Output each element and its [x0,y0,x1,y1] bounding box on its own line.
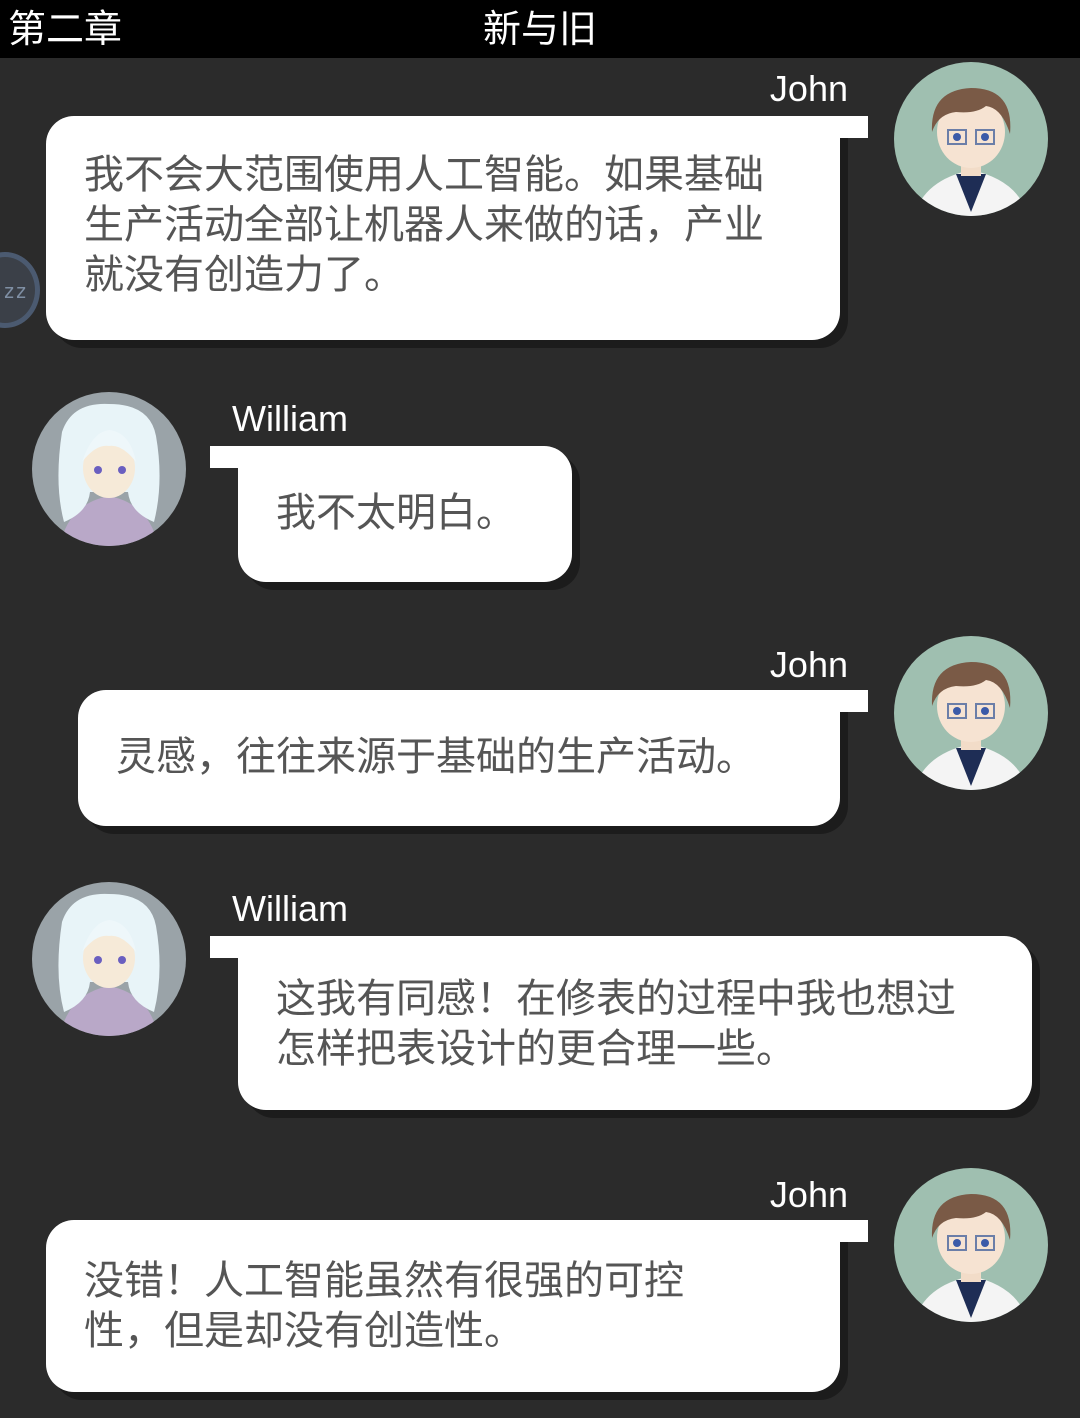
message-text: 灵感，往往来源于基础的生产活动。 [116,734,756,780]
message-bubble: 我不会大范围使用人工智能。如果基础生产活动全部让机器人来做的话，产业就没有创造力… [46,116,840,340]
william-avatar[interactable] [32,392,186,546]
john-avatar[interactable] [894,636,1048,790]
page-title: 新与旧 [482,7,597,51]
top-bar: 第二章 新与旧 [0,0,1080,58]
bubble-tail [820,116,868,138]
speaker-name: William [232,888,348,929]
message-text: 我不会大范围使用人工智能。如果基础生产活动全部让机器人来做的话，产业就没有创造力… [84,152,764,298]
message-bubble: 灵感，往往来源于基础的生产活动。 [78,690,840,826]
bubble-tail [210,936,258,958]
sleep-icon: zz [3,279,28,303]
message-text: 没错！人工智能虽然有很强的可控性，但是却没有创造性。 [84,1258,684,1354]
speaker-name: John [769,644,848,685]
bubble-tail [820,1220,868,1242]
bubble-tail [820,690,868,712]
message-bubble: 我不太明白。 [238,446,572,582]
message-bubble: 没错！人工智能虽然有很强的可控性，但是却没有创造性。 [46,1220,840,1392]
john-avatar[interactable] [894,62,1048,216]
sleep-floating-button[interactable]: zz [0,252,40,328]
bubble-tail [210,446,258,468]
john-avatar[interactable] [894,1168,1048,1322]
message-text: 这我有同感！在修表的过程中我也想过怎样把表设计的更合理一些。 [276,976,956,1072]
speaker-name: William [232,398,348,439]
message-bubble: 这我有同感！在修表的过程中我也想过怎样把表设计的更合理一些。 [238,936,1032,1110]
speaker-name: John [769,1174,848,1215]
message-text: 我不太明白。 [276,490,516,536]
william-avatar[interactable] [32,882,186,1036]
speaker-name: John [769,68,848,109]
